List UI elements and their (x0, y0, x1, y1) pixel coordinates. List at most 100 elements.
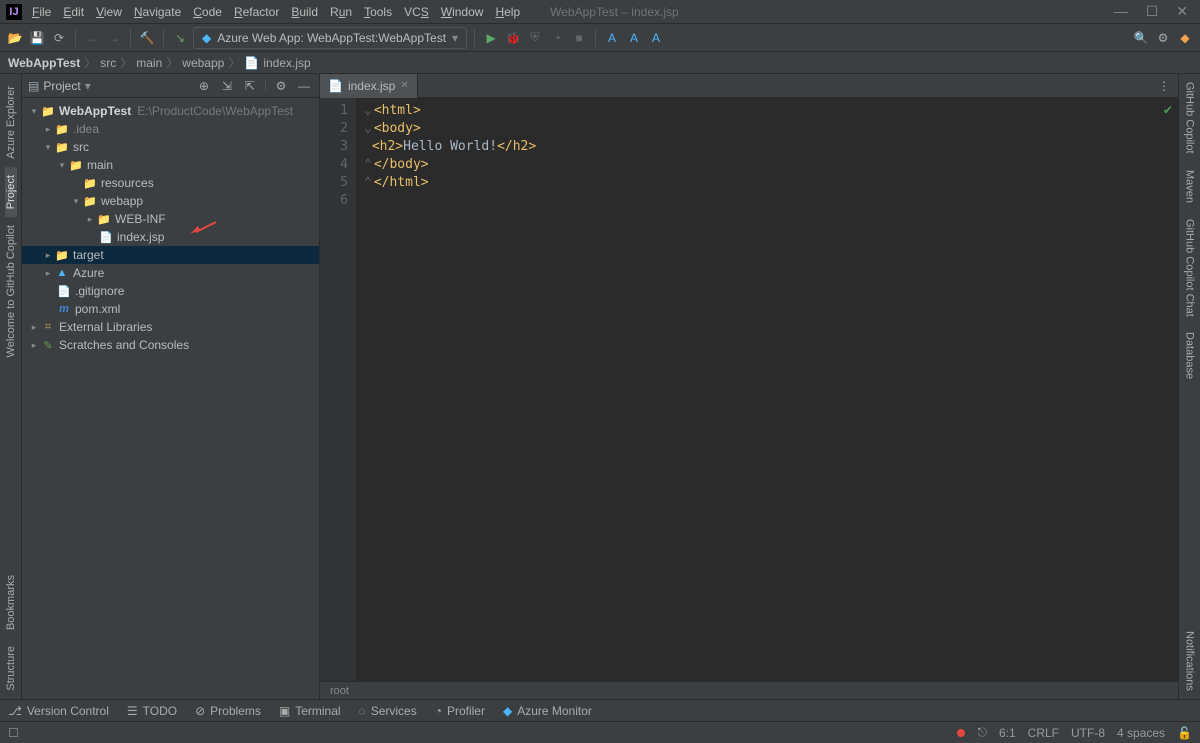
menu-code[interactable]: Code (193, 5, 222, 19)
sync-icon[interactable]: ⟳ (50, 29, 68, 47)
tree-node-root[interactable]: ▾📁 WebAppTest E:\ProductCode\WebAppTest (22, 102, 319, 120)
right-tool-strip: GitHub Copilot Maven GitHub Copilot Chat… (1178, 74, 1200, 699)
expand-all-icon[interactable]: ⇲ (218, 77, 236, 95)
select-opened-file-icon[interactable]: ⊕ (195, 77, 213, 95)
azure-tool-icon-1[interactable]: A (603, 29, 621, 47)
breadcrumb[interactable]: index.jsp (263, 56, 310, 70)
menu-view[interactable]: View (96, 5, 122, 19)
inspection-ok-icon[interactable]: ✔ (1164, 102, 1172, 118)
indent-setting[interactable]: 4 spaces (1117, 726, 1165, 740)
bottom-tool-strip: ⎇Version Control ☰TODO ⊘Problems ▣Termin… (0, 699, 1200, 721)
toolwindow-database[interactable]: Database (1184, 324, 1196, 387)
toolwindow-maven[interactable]: Maven (1184, 162, 1196, 211)
toolwindow-bookmarks[interactable]: Bookmarks (5, 567, 17, 638)
menu-tools[interactable]: Tools (364, 5, 392, 19)
minimize-button[interactable]: — (1114, 3, 1128, 20)
caret-position[interactable]: 6:1 (999, 726, 1016, 740)
search-icon[interactable]: 🔍 (1132, 29, 1150, 47)
save-all-icon[interactable]: 💾 (28, 29, 46, 47)
tree-node-idea[interactable]: ▸📁 .idea (22, 120, 319, 138)
forward-icon[interactable]: → (105, 29, 123, 47)
toolwindow-terminal[interactable]: ▣Terminal (279, 704, 341, 718)
read-only-lock-icon[interactable]: 🔓 (1177, 726, 1192, 740)
profile-icon[interactable]: ◔ (548, 29, 566, 47)
menu-help[interactable]: Help (495, 5, 520, 19)
azure-tool-icon-3[interactable]: A (647, 29, 665, 47)
toolwindow-version-control[interactable]: ⎇Version Control (8, 704, 109, 718)
code-content[interactable]: ⌄<html> ⌄<body> <h2>Hello World!</h2> ⌃<… (356, 98, 1178, 681)
settings-icon[interactable]: ⚙ (1154, 29, 1172, 47)
status-indicator-icon[interactable] (957, 729, 965, 737)
menu-refactor[interactable]: Refactor (234, 5, 279, 19)
close-button[interactable]: ✕ (1176, 3, 1188, 20)
jetbrains-icon[interactable]: ◆ (1176, 29, 1194, 47)
stop-icon[interactable]: ■ (570, 29, 588, 47)
toolwindow-github-copilot[interactable]: GitHub Copilot (1184, 74, 1196, 162)
gear-icon[interactable]: ⚙ (272, 77, 290, 95)
run-icon[interactable]: ▶ (482, 29, 500, 47)
line-separator[interactable]: CRLF (1028, 726, 1059, 740)
toolwindow-todo[interactable]: ☰TODO (127, 704, 177, 718)
tree-node-src[interactable]: ▾📁 src (22, 138, 319, 156)
toolwindow-azure-explorer[interactable]: Azure Explorer (5, 78, 17, 167)
menu-run[interactable]: Run (330, 5, 352, 19)
tree-node-external-libs[interactable]: ▸⌗ External Libraries (22, 318, 319, 336)
tree-node-azure[interactable]: ▸▲ Azure (22, 264, 319, 282)
tree-node-index-jsp[interactable]: 📄 index.jsp (22, 228, 319, 246)
select-run-icon[interactable]: ↘ (171, 29, 189, 47)
branch-icon: ⎇ (8, 704, 22, 718)
menu-navigate[interactable]: Navigate (134, 5, 181, 19)
copilot-status-icon[interactable]: ⎋ (977, 725, 987, 740)
editor-tabs-more-icon[interactable]: ⋮ (1150, 79, 1178, 93)
tree-node-resources[interactable]: 📁 resources (22, 174, 319, 192)
toolwindow-services[interactable]: ◌Services (359, 704, 417, 718)
main-menu: File Edit View Navigate Code Refactor Bu… (32, 5, 520, 19)
build-icon[interactable]: 🔨 (138, 29, 156, 47)
collapse-all-icon[interactable]: ⇱ (241, 77, 259, 95)
tree-node-main[interactable]: ▾📁 main (22, 156, 319, 174)
tree-node-gitignore[interactable]: 📄 .gitignore (22, 282, 319, 300)
tree-node-pom[interactable]: m pom.xml (22, 300, 319, 318)
azure-tool-icon-2[interactable]: A (625, 29, 643, 47)
menu-edit[interactable]: Edit (63, 5, 84, 19)
toolwindow-copilot-chat[interactable]: GitHub Copilot Chat (1184, 211, 1196, 325)
coverage-icon[interactable]: ⛨ (526, 29, 544, 47)
toolwindow-notifications[interactable]: Notifications (1184, 623, 1196, 699)
maximize-button[interactable]: ☐ (1146, 3, 1159, 20)
debug-icon[interactable]: 🐞 (504, 29, 522, 47)
editor-breadcrumb-footer: root (320, 681, 1178, 699)
breadcrumb[interactable]: WebAppTest (8, 56, 80, 70)
footer-crumb[interactable]: root (330, 685, 349, 697)
toolwindow-structure[interactable]: Structure (5, 638, 17, 699)
quick-access-icon[interactable]: ☐ (8, 726, 19, 740)
open-icon[interactable]: 📂 (6, 29, 24, 47)
tree-node-webinf[interactable]: ▸📁 WEB-INF (22, 210, 319, 228)
close-tab-icon[interactable]: ✕ (400, 80, 408, 91)
menu-file[interactable]: File (32, 5, 51, 19)
problems-icon: ⊘ (195, 704, 205, 718)
run-config-selector[interactable]: ◆ Azure Web App: WebAppTest:WebAppTest ▾ (193, 27, 467, 49)
azure-icon: ◆ (202, 31, 211, 45)
menu-vcs[interactable]: VCS (404, 5, 429, 19)
breadcrumb[interactable]: webapp (182, 56, 224, 70)
editor-tab-index-jsp[interactable]: 📄 index.jsp ✕ (320, 74, 418, 98)
project-view-selector[interactable]: ▤ Project ▾ (28, 79, 91, 93)
tree-node-target[interactable]: ▸📁 target (22, 246, 319, 264)
hide-icon[interactable]: — (295, 77, 313, 95)
toolwindow-problems[interactable]: ⊘Problems (195, 704, 261, 718)
tree-node-scratches[interactable]: ▸✎ Scratches and Consoles (22, 336, 319, 354)
toolwindow-project[interactable]: Project (5, 167, 17, 217)
breadcrumb[interactable]: main (136, 56, 162, 70)
menu-window[interactable]: Window (441, 5, 484, 19)
toolwindow-azure-monitor[interactable]: ◆Azure Monitor (503, 704, 592, 718)
menu-build[interactable]: Build (291, 5, 318, 19)
toolwindow-profiler[interactable]: ◔Profiler (435, 704, 485, 718)
project-tree[interactable]: ▾📁 WebAppTest E:\ProductCode\WebAppTest … (22, 98, 319, 699)
editor-gutter: 1 2 3 4 5 6 (320, 98, 356, 681)
file-encoding[interactable]: UTF-8 (1071, 726, 1105, 740)
breadcrumb[interactable]: src (100, 56, 116, 70)
tree-node-webapp[interactable]: ▾📁 webapp (22, 192, 319, 210)
code-editor[interactable]: 1 2 3 4 5 6 ⌄<html> ⌄<body> <h2>Hello Wo… (320, 98, 1178, 681)
back-icon[interactable]: ← (83, 29, 101, 47)
toolwindow-copilot-welcome[interactable]: Welcome to GitHub Copilot (5, 217, 17, 365)
